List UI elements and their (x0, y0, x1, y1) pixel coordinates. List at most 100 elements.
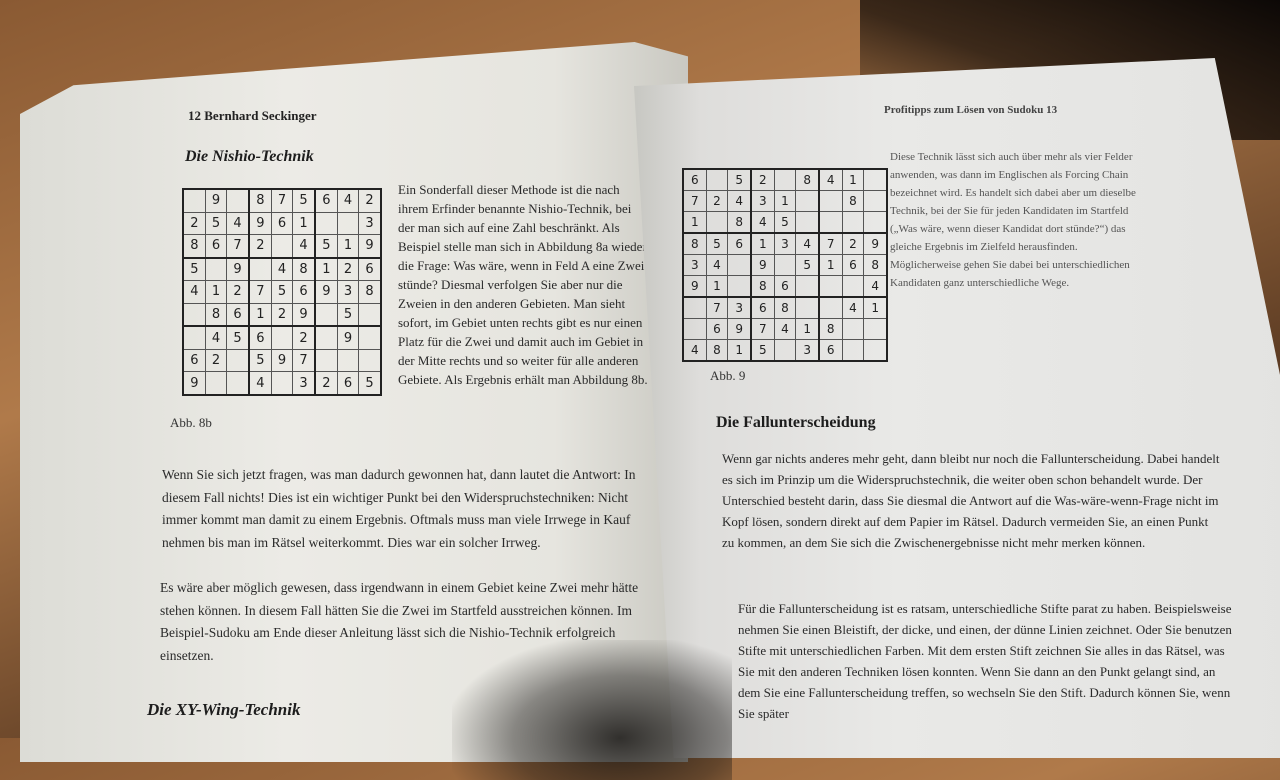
sudoku-cell: 6 (181, 348, 206, 373)
sudoku-cell (863, 210, 889, 234)
sudoku-row: 652841 (681, 168, 889, 192)
sudoku-cell: 1 (705, 274, 729, 298)
sudoku-cell: 6 (841, 254, 865, 276)
sudoku-cell: 5 (749, 338, 775, 362)
sudoku-cell: 9 (863, 232, 889, 256)
sudoku-cell: 9 (336, 325, 360, 350)
sudoku-cell: 5 (336, 302, 360, 327)
sudoku-row: 72431 8 (681, 190, 889, 212)
sudoku-cell (727, 274, 752, 298)
sudoku-cell (181, 187, 206, 213)
sudoku-cell: 1 (795, 318, 820, 340)
sudoku-cell: 1 (313, 256, 338, 282)
sudoku-cell (841, 318, 865, 340)
sudoku-cell (313, 325, 338, 350)
sudoku-cell: 5 (705, 232, 729, 256)
sudoku-grid-9: 6528417243181845856134729349516891864736… (681, 168, 889, 362)
sudoku-cell (270, 234, 294, 259)
sudoku-cell: 5 (773, 210, 797, 234)
sudoku-cell: 8 (863, 254, 889, 276)
sudoku-cell: 9 (181, 371, 206, 397)
left-page-header: 12 Bernhard Seckinger (188, 108, 317, 123)
sudoku-cell (863, 318, 889, 340)
sudoku-cell: 5 (204, 211, 228, 236)
sudoku-cell: 7 (226, 234, 250, 259)
sudoku-cell: 7 (270, 187, 294, 213)
sudoku-cell: 8 (358, 280, 383, 304)
sudoku-cell (313, 348, 338, 373)
sudoku-cell (705, 210, 729, 234)
sudoku-cell: 6 (226, 302, 250, 327)
sudoku-row: 9875642 (181, 187, 383, 213)
sudoku-cell (204, 256, 228, 282)
sudoku-cell: 9 (292, 302, 316, 327)
sudoku-cell: 8 (204, 302, 228, 327)
sudoku-cell (795, 295, 820, 320)
sudoku-cell: 7 (749, 318, 775, 340)
sudoku-row: 86724519 (181, 234, 383, 259)
sudoku-cell (358, 325, 383, 350)
sudoku-cell (358, 302, 383, 327)
sudoku-cell: 1 (817, 254, 843, 276)
sudoku-row: 861295 (181, 302, 383, 327)
sudoku-cell (841, 274, 865, 298)
sudoku-cell: 4 (336, 187, 360, 213)
sudoku-cell: 3 (773, 232, 797, 256)
sudoku-cell: 2 (247, 234, 272, 259)
sudoku-cell: 8 (841, 190, 865, 212)
sudoku-cell: 1 (773, 190, 797, 212)
sudoku-cell: 8 (727, 210, 752, 234)
sudoku-cell (841, 338, 865, 362)
sudoku-cell: 4 (270, 256, 294, 282)
sudoku-cell: 4 (247, 371, 272, 397)
sudoku-cell: 6 (749, 295, 775, 320)
sudoku-cell: 8 (795, 168, 820, 192)
sudoku-cell (727, 254, 752, 276)
sudoku-cell (795, 274, 820, 298)
sudoku-cell: 7 (292, 348, 316, 373)
sudoku-cell: 1 (247, 302, 272, 327)
sudoku-cell: 6 (292, 280, 316, 304)
sudoku-row: 3495168 (681, 254, 889, 276)
sudoku-cell (270, 325, 294, 350)
sudoku-cell: 6 (727, 232, 752, 256)
sudoku-row: 856134729 (681, 232, 889, 256)
sudoku-row: 5948126 (181, 256, 383, 282)
sudoku-cell (817, 274, 843, 298)
sudoku-cell (313, 302, 338, 327)
sudoku-cell: 6 (313, 187, 338, 213)
sudoku-cell (863, 190, 889, 212)
sudoku-cell: 7 (681, 190, 707, 212)
sudoku-cell: 1 (863, 295, 889, 320)
sudoku-cell: 4 (863, 274, 889, 298)
sudoku-cell (863, 168, 889, 192)
sudoku-cell: 2 (336, 256, 360, 282)
sudoku-cell (226, 187, 250, 213)
sudoku-cell: 6 (270, 211, 294, 236)
sudoku-cell: 6 (204, 234, 228, 259)
section-title-xy-wing: Die XY-Wing-Technik (147, 700, 301, 719)
sudoku-cell: 2 (841, 232, 865, 256)
sudoku-cell (817, 295, 843, 320)
sudoku-cell (841, 210, 865, 234)
sudoku-cell: 8 (181, 234, 206, 259)
sudoku-cell (336, 211, 360, 236)
sudoku-cell: 8 (773, 295, 797, 320)
sudoku-cell: 5 (313, 234, 338, 259)
sudoku-cell: 4 (681, 338, 707, 362)
sudoku-cell: 1 (336, 234, 360, 259)
sudoku-cell (181, 325, 206, 350)
sudoku-cell: 5 (247, 348, 272, 373)
sudoku-cell: 4 (181, 280, 206, 304)
sudoku-row: 412756938 (181, 280, 383, 304)
sudoku-row: 45629 (181, 325, 383, 350)
sudoku-cell: 9 (727, 318, 752, 340)
sudoku-cell: 5 (270, 280, 294, 304)
sudoku-cell: 8 (247, 187, 272, 213)
sudoku-cell: 3 (749, 190, 775, 212)
sudoku-cell: 6 (247, 325, 272, 350)
sudoku-cell (863, 338, 889, 362)
sudoku-cell: 5 (727, 168, 752, 192)
sudoku-cell: 2 (749, 168, 775, 192)
sudoku-row: 9186 4 (681, 274, 889, 298)
